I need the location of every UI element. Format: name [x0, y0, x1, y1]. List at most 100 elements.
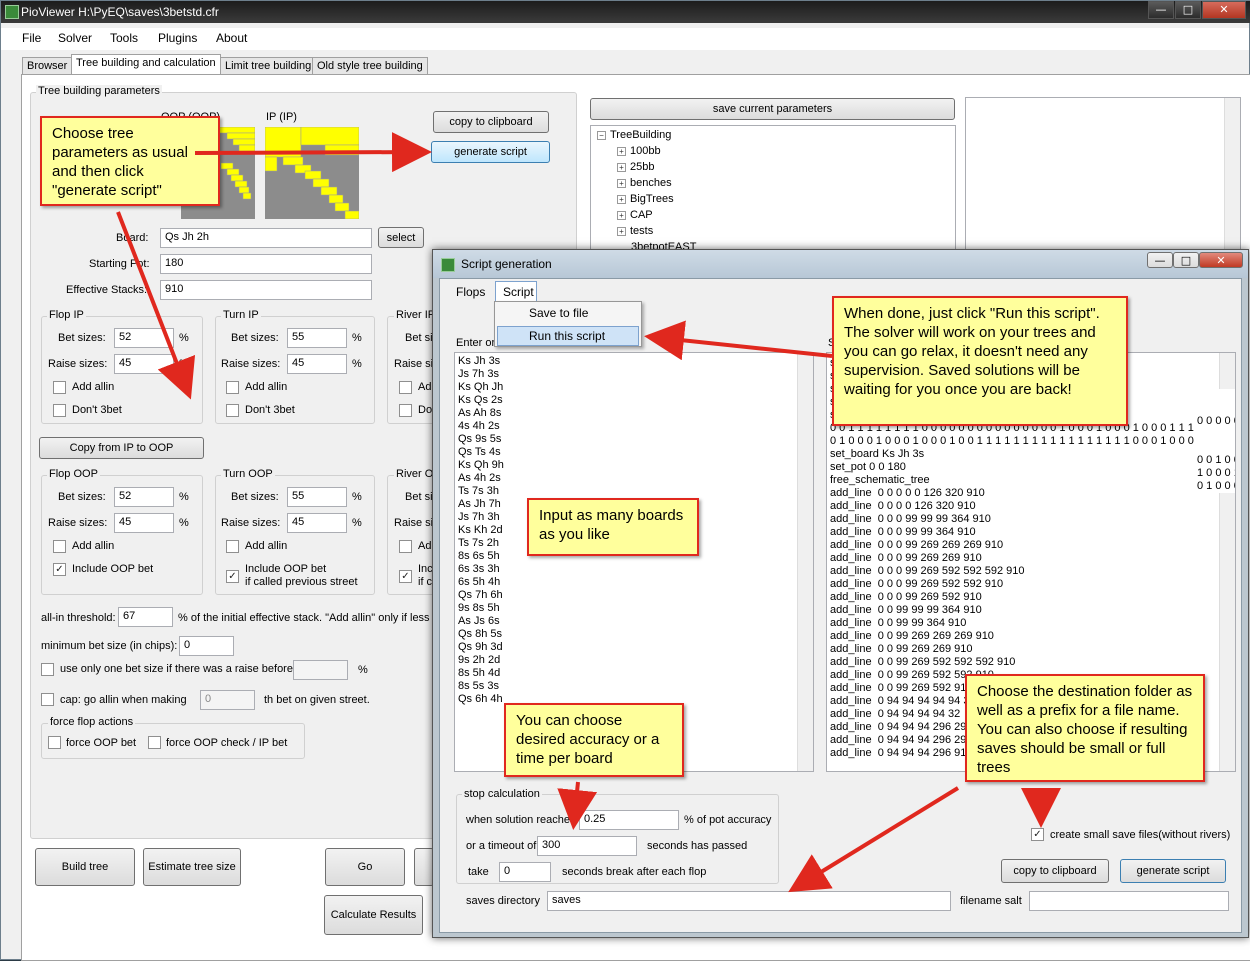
board-line: Ks Kh 2d — [458, 524, 503, 536]
tab-browser[interactable]: Browser — [22, 57, 73, 75]
dialog-maximize-button[interactable]: □ — [1173, 252, 1199, 268]
tab-old-style-tree[interactable]: Old style tree building — [312, 57, 428, 75]
dialog-generate-script-button[interactable]: generate script — [1120, 859, 1226, 883]
force-oop-check-checkbox[interactable] — [148, 736, 161, 749]
take-input[interactable]: 0 — [499, 862, 551, 882]
calculate-results-button[interactable]: Calculate Results — [324, 895, 423, 935]
tree-view[interactable]: − TreeBuilding +100bb +25bb + benches + Big… — [590, 125, 956, 255]
turn-ip-raise-input[interactable]: 45 — [287, 354, 347, 374]
expand-icon[interactable]: + — [617, 147, 626, 156]
flop-ip-raise-input[interactable]: 45 — [114, 354, 174, 374]
minimum-bet-input[interactable]: 0 — [179, 636, 234, 656]
run-this-script-item[interactable]: Run this script — [529, 329, 605, 343]
small-saves-checkbox[interactable]: ✓ — [1031, 828, 1044, 841]
timeout-input[interactable]: 300 — [537, 836, 637, 856]
turn-oop-allin-checkbox[interactable] — [226, 540, 239, 553]
tree-item[interactable]: +100bb — [617, 145, 661, 157]
ip-range-grid[interactable] — [265, 127, 359, 219]
menu-plugins[interactable]: Plugins — [158, 31, 197, 45]
one-bet-size-checkbox[interactable] — [41, 663, 54, 676]
dialog-copy-clipboard-button[interactable]: copy to clipboard — [1001, 859, 1109, 883]
tab-limit-tree[interactable]: Limit tree building — [220, 57, 317, 75]
flop-ip-allin-checkbox[interactable] — [53, 381, 66, 394]
tree-item[interactable]: +25bb — [617, 161, 654, 173]
copy-ip-to-oop-button[interactable]: Copy from IP to OOP — [39, 437, 204, 459]
select-board-button[interactable]: select — [378, 227, 424, 248]
generate-script-button[interactable]: generate script — [431, 141, 550, 163]
flop-oop-bet-pct: % — [179, 491, 189, 503]
river-oop-include-checkbox[interactable]: ✓ — [399, 570, 412, 583]
flop-oop-allin-checkbox[interactable] — [53, 540, 66, 553]
tab-tree-building[interactable]: Tree building and calculation — [71, 54, 221, 75]
small-saves-label: create small save files(without rivers) — [1050, 829, 1231, 841]
script-fragment: 0 1 0 0 0 1 0 0 0 0 — [1197, 480, 1235, 492]
river-oop-allin-checkbox[interactable] — [399, 540, 412, 553]
cap-allin-desc: th bet on given street. — [264, 694, 370, 706]
flop-ip-bet-input[interactable]: 52 — [114, 328, 174, 348]
expand-icon[interactable]: + — [617, 195, 626, 204]
board-input[interactable]: Qs Jh 2h — [160, 228, 372, 248]
build-tree-button[interactable]: Build tree — [35, 848, 135, 886]
dialog-minimize-button[interactable]: — — [1147, 252, 1173, 268]
maximize-button[interactable]: □ — [1175, 1, 1201, 19]
accuracy-input[interactable]: 0.25 — [579, 810, 679, 830]
river-ip-allin-checkbox[interactable] — [399, 381, 412, 394]
tree-item[interactable]: + benches — [617, 177, 672, 189]
menu-solver[interactable]: Solver — [58, 31, 92, 45]
tree-root[interactable]: − TreeBuilding — [597, 129, 671, 141]
dialog-close-button[interactable]: ✕ — [1199, 252, 1243, 268]
allin-threshold-input[interactable]: 67 — [118, 607, 173, 627]
board-line: Qs 9h 3d — [458, 641, 503, 653]
turn-oop-bet-input[interactable]: 55 — [287, 487, 347, 507]
flop-oop-bet-input[interactable]: 52 — [114, 487, 174, 507]
turn-ip-no3bet-checkbox[interactable] — [226, 404, 239, 417]
menu-about[interactable]: About — [216, 31, 247, 45]
go-button[interactable]: Go — [325, 848, 405, 886]
flop-oop-include-checkbox[interactable]: ✓ — [53, 563, 66, 576]
saves-directory-input[interactable]: saves — [547, 891, 951, 911]
river-ip-title: River IP — [394, 309, 438, 321]
menu-tools[interactable]: Tools — [110, 31, 138, 45]
script-line: add_line 0 0 0 99 99 99 364 910 — [830, 513, 991, 525]
info-textbox[interactable] — [965, 97, 1241, 251]
copy-to-clipboard-button[interactable]: copy to clipboard — [433, 111, 549, 133]
flop-ip-bet-label: Bet sizes: — [58, 332, 106, 344]
turn-ip-allin-checkbox[interactable] — [226, 381, 239, 394]
save-parameters-button[interactable]: save current parameters — [590, 98, 955, 120]
force-oop-bet-checkbox[interactable] — [48, 736, 61, 749]
tree-item[interactable]: + tests — [617, 225, 653, 237]
dialog-menu-script[interactable]: Script — [503, 285, 534, 299]
flop-ip-no3bet-checkbox[interactable] — [53, 404, 66, 417]
expand-icon[interactable]: + — [617, 179, 626, 188]
dialog-menu-flops[interactable]: Flops — [456, 285, 485, 299]
estimate-tree-size-button[interactable]: Estimate tree size — [143, 848, 241, 886]
cap-allin-input[interactable]: 0 — [200, 690, 255, 710]
expand-icon[interactable]: + — [617, 211, 626, 220]
board-line: 9s 8s 5h — [458, 602, 500, 614]
collapse-icon[interactable]: − — [597, 131, 606, 140]
cap-allin-checkbox[interactable] — [41, 693, 54, 706]
starting-pot-input[interactable]: 180 — [160, 254, 372, 274]
turn-oop-include-checkbox[interactable]: ✓ — [226, 570, 239, 583]
tree-item[interactable]: + CAP — [617, 209, 653, 221]
expand-icon[interactable]: + — [617, 227, 626, 236]
expand-icon[interactable]: + — [617, 163, 626, 172]
turn-ip-bet-label: Bet sizes: — [231, 332, 279, 344]
menu-file[interactable]: File — [22, 31, 41, 45]
stop-calculation-title: stop calculation — [462, 788, 542, 800]
save-to-file-item[interactable]: Save to file — [529, 306, 588, 320]
one-bet-size-input[interactable] — [293, 660, 348, 680]
tree-item[interactable]: + BigTrees — [617, 193, 674, 205]
river-ip-no3bet-checkbox[interactable] — [399, 404, 412, 417]
turn-oop-raise-input[interactable]: 45 — [287, 513, 347, 533]
filename-salt-input[interactable] — [1029, 891, 1229, 911]
flop-oop-raise-input[interactable]: 45 — [114, 513, 174, 533]
close-button[interactable]: ✕ — [1202, 1, 1246, 19]
boards-scrollbar[interactable] — [797, 353, 813, 771]
info-scrollbar[interactable] — [1224, 98, 1240, 250]
turn-ip-bet-input[interactable]: 55 — [287, 328, 347, 348]
effective-stacks-input[interactable]: 910 — [160, 280, 372, 300]
minimize-button[interactable]: — — [1148, 1, 1174, 19]
tree-params-title: Tree building parameters — [36, 85, 162, 97]
hidden-button[interactable] — [414, 848, 434, 886]
